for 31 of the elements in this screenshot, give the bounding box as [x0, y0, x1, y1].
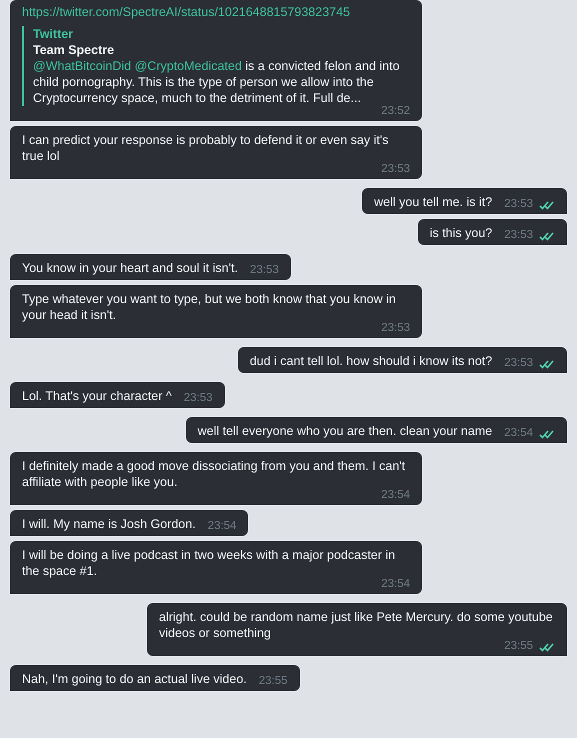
message-time: 23:53 — [504, 199, 533, 210]
message-text: is this you? — [430, 225, 492, 241]
message-text: well you tell me. is it? — [374, 194, 492, 210]
message-time: 23:52 — [381, 106, 410, 117]
message-text: Nah, I'm going to do an actual live video. — [22, 671, 247, 687]
message-time: 23:54 — [381, 490, 410, 501]
message-text: well tell everyone who you are then. clean your name — [198, 423, 492, 439]
message-text: Type whatever you want to type, but we both know that you know in your head it isn't. — [22, 291, 397, 323]
message-time: 23:53 — [504, 358, 533, 369]
message-time: 23:54 — [381, 579, 410, 590]
message-text: I will. My name is Josh Gordon. — [22, 516, 196, 532]
preview-site: Twitter — [33, 26, 74, 42]
message-text: dud i cant tell lol. how should i know its not? — [250, 353, 492, 369]
message-link[interactable]: https://twitter.com/SpectreAI/status/1021648815793823745 — [22, 4, 350, 20]
message-text: Lol. That's your character ^ — [22, 388, 172, 404]
message-text: I can predict your response is probably to defend it or even say it's true lol — [22, 132, 390, 164]
message-time: 23:55 — [258, 676, 288, 687]
message-text: alright. could be random name just like Pete Mercury. do some youtube videos or something — [159, 609, 554, 641]
message-time: 23:53 — [250, 265, 279, 276]
preview-text: @WhatBitcoinDid @CryptoMedicated is a convicted felon and into child pornography. This is the type of person we allow into the Cryptocurrency space, much to the detriment of it. Full de... — [33, 58, 401, 106]
message-text: I definitely made a good move dissociating from you and them. I can't affiliate with people like you. — [22, 458, 406, 490]
message-text: You know in your heart and soul it isn't. — [22, 260, 238, 276]
message-time: 23:53 — [504, 230, 533, 241]
message-time: 23:55 — [504, 641, 533, 652]
message-text: I will be doing a live podcast in two weeks with a major podcaster in the space #1. — [22, 547, 396, 579]
message-time: 23:53 — [184, 393, 213, 404]
message-time: 23:54 — [208, 521, 236, 532]
message-time: 23:53 — [381, 164, 410, 175]
message-time: 23:53 — [381, 323, 410, 334]
preview-title: Team Spectre — [33, 42, 116, 58]
message-time: 23:54 — [504, 428, 533, 439]
